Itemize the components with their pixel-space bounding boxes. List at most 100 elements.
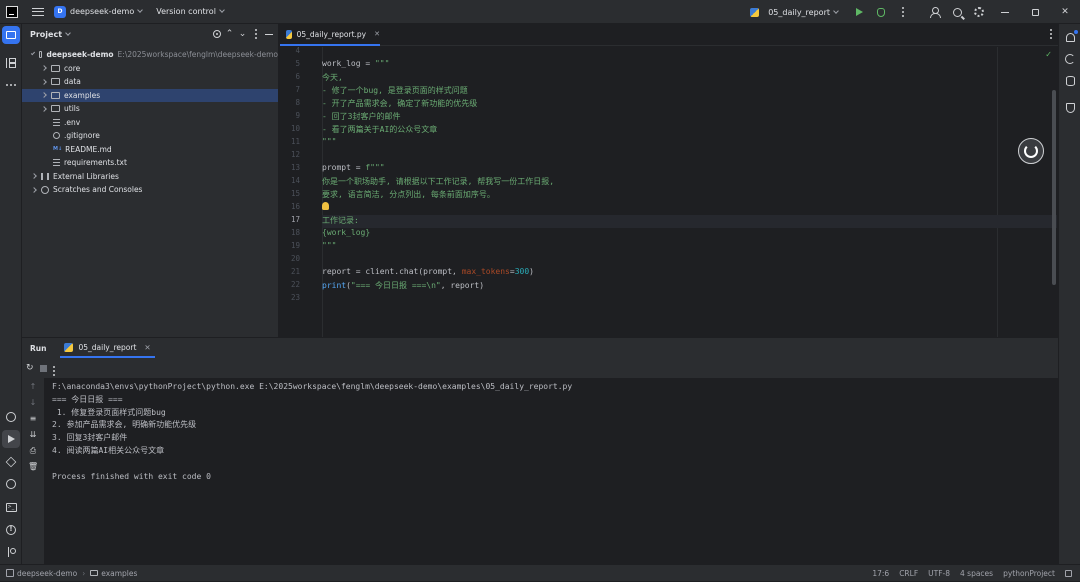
tree-external-libraries[interactable]: External Libraries [22,170,278,184]
panel-options-button[interactable] [250,29,261,40]
code-token: , report) [440,281,485,290]
tree-item-label: Scratches and Consoles [53,185,143,195]
line-number: 15 [290,189,300,198]
indent-widget[interactable]: 4 spaces [960,569,993,578]
code-line-19: """ [322,241,337,250]
close-tab-icon[interactable]: ✕ [374,30,380,38]
module-icon [6,569,14,577]
line-number: 14 [290,176,300,185]
tree-item-label: data [64,77,81,87]
caret-position[interactable]: 17:6 [872,569,889,578]
structure-tool-button[interactable] [2,54,20,72]
read-only-toggle-icon[interactable] [1065,570,1072,577]
line-number: 11 [290,137,300,146]
tree-file-requirements[interactable]: requirements.txt [22,156,278,170]
collapse-all-button[interactable]: ⌄ [237,29,248,40]
encoding-widget[interactable]: UTF-8 [928,569,950,578]
tree-item-utils[interactable]: utils [22,102,278,116]
tree-root-label: deepseek-demo [46,50,114,60]
tree-root-deepseek-demo[interactable]: deepseek-demo E:\2025workspace\fenglm\de… [22,48,278,62]
ai-assistant-button[interactable] [1061,50,1079,68]
tree-scratches[interactable]: Scratches and Consoles [22,183,278,197]
intention-bulb-icon[interactable] [322,202,329,210]
interpreter-widget[interactable]: pythonProject [1003,569,1055,578]
soft-wrap-icon[interactable]: ≡ [28,414,38,424]
text-file-icon [53,159,60,167]
settings-button[interactable] [968,0,990,24]
debug-button[interactable] [870,0,892,24]
code-token: print [322,281,347,290]
rerun-button[interactable]: ↻ [26,363,34,373]
code-line-22: print("=== 今日日报 ===\n", report) [322,280,484,291]
run-configuration-selector[interactable]: 05_daily_report [750,7,839,17]
run-side-toolbar: ↑ ↓ ≡ ⇊ ⎙ 🗑 [22,378,44,564]
security-tool-button[interactable] [1061,99,1079,117]
project-panel-title[interactable]: Project [30,30,62,39]
terminal-tool-button[interactable]: >_ [2,498,20,516]
line-separator-widget[interactable]: CRLF [899,569,918,578]
project-panel: Project ⌃ ⌄ deepseek-demo E:\2025workspa… [22,24,279,337]
expand-all-button[interactable]: ⌃ [224,29,235,40]
project-switcher[interactable]: deepseek-demo [70,7,134,16]
tree-item-label: README.md [65,144,112,154]
close-tab-icon[interactable]: ✕ [144,343,150,352]
breadcrumb-folder[interactable]: examples [101,569,137,578]
ai-assistant-floating-button[interactable] [1018,138,1044,164]
run-button[interactable] [848,0,870,24]
problems-tool-button[interactable]: ! [2,521,20,539]
code-token: report = client.chat(prompt, [322,267,462,276]
git-tool-button[interactable] [2,543,20,561]
main-menu-icon[interactable] [32,6,44,18]
hide-panel-button[interactable] [263,29,274,40]
editor-scrollbar[interactable] [1052,90,1056,285]
terminal-icon: >_ [5,502,17,512]
scroll-to-end-icon[interactable]: ⇊ [28,430,38,440]
python-packages-button[interactable] [2,408,20,426]
shield-icon [1065,103,1075,113]
search-everywhere-button[interactable] [946,0,968,24]
run-console-output[interactable]: F:\anaconda3\envs\pythonProject\python.e… [44,378,1058,564]
version-control-menu[interactable]: Version control [156,7,216,16]
more-actions-button[interactable] [892,0,914,24]
close-window-button[interactable]: ✕ [1050,0,1080,24]
chevron-right-icon [41,105,47,112]
scroll-up-icon[interactable]: ↑ [28,382,38,392]
structure-icon [6,58,16,68]
minimize-icon [1001,11,1009,13]
project-tool-button[interactable] [2,26,20,44]
maximize-button[interactable] [1020,0,1050,24]
chevron-down-icon [219,7,225,13]
database-tool-button[interactable] [1061,72,1079,90]
tree-file-env[interactable]: .env [22,116,278,130]
scroll-down-icon[interactable]: ↓ [28,398,38,408]
breadcrumb-project[interactable]: deepseek-demo [17,569,77,578]
services-tool-button[interactable] [2,475,20,493]
tree-file-readme[interactable]: M↓ README.md [22,143,278,157]
minimize-button[interactable] [990,0,1020,24]
tab-05-daily-report[interactable]: 05_daily_report.py ✕ [280,24,380,46]
layers-tool-button[interactable] [2,453,20,471]
minimize-icon [264,33,273,35]
run-tool-button[interactable] [2,430,20,448]
stop-button[interactable] [39,364,47,372]
code-token: prompt = [322,163,366,172]
code-area[interactable]: work_log = """ 今天, - 修了一个bug, 是登录页面的样式问题… [322,47,1057,337]
run-tab-05-daily-report[interactable]: 05_daily_report ✕ [60,338,155,358]
tree-item-data[interactable]: data [22,75,278,89]
tabs-menu-button[interactable] [1050,29,1052,39]
tree-item-core[interactable]: core [22,62,278,76]
chevron-down-icon [137,7,144,13]
more-tools-button[interactable] [2,76,20,94]
trash-icon[interactable]: 🗑 [28,462,38,472]
locate-file-button[interactable] [211,29,222,40]
tree-file-gitignore[interactable]: .gitignore [22,129,278,143]
code-with-me-button[interactable] [924,0,946,24]
notifications-button[interactable] [1061,28,1079,46]
line-number: 10 [290,124,300,133]
code-token: """ [374,59,390,68]
run-options-button[interactable] [52,361,55,376]
ai-assistant-icon [1065,54,1075,64]
print-icon[interactable]: ⎙ [28,446,38,456]
tree-item-examples[interactable]: examples [22,88,278,102]
